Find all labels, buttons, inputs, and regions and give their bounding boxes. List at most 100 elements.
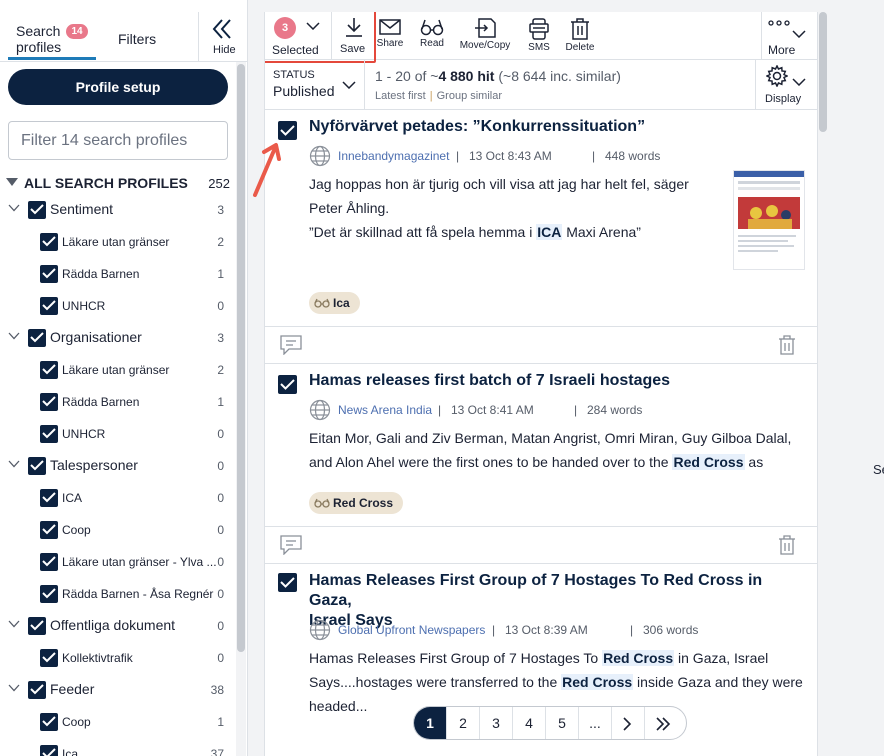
tab-filters[interactable]: Filters [118,31,156,47]
sort-group-similar[interactable]: Group similar [437,90,502,102]
chevron-down-icon[interactable] [8,684,20,692]
move-copy-button[interactable]: Move/Copy [457,12,513,60]
read-button[interactable]: Read [415,12,449,60]
profile-checkbox[interactable] [40,553,58,571]
page-1-button[interactable]: 1 [414,707,447,739]
profile-group[interactable]: Talespersoner 0 [0,454,232,478]
profile-checkbox[interactable] [28,617,46,635]
chevron-right-icon [623,717,632,731]
chevron-down-icon[interactable] [8,460,20,468]
profile-checkbox[interactable] [28,681,46,699]
profile-name: Läkare utan gränser [62,363,170,377]
download-icon [344,16,364,38]
next-page-button[interactable] [612,707,645,739]
caret-down-icon [6,178,18,187]
article-checkbox[interactable] [278,573,297,592]
profile-group[interactable]: Feeder 38 [0,678,232,702]
profile-checkbox[interactable] [40,649,58,667]
delete-button[interactable]: Delete [563,12,597,60]
hit-count: 1 - 20 of ~4 880 hit (~8 644 inc. simila… [375,68,621,84]
article-source[interactable]: Global Upfront Newspapers [338,623,485,637]
profile-checkbox[interactable] [40,361,58,379]
main-scrollbar[interactable] [818,12,828,756]
profile-item[interactable]: Rädda Barnen 1 [0,262,232,286]
profile-item[interactable]: Läkare utan gränser 2 [0,358,232,382]
article-word-count: 448 words [605,149,661,163]
tag-chip[interactable]: Red Cross [309,492,404,514]
last-page-button[interactable] [645,707,686,739]
profile-checkbox[interactable] [28,329,46,347]
profile-item[interactable]: Rädda Barnen 1 [0,390,232,414]
more-label: More [768,43,796,57]
tab-search-profiles[interactable]: Search 14 profiles [8,22,96,60]
status-dropdown[interactable]: STATUS Published [265,60,365,110]
profile-checkbox[interactable] [28,201,46,219]
left-scrollbar[interactable] [236,62,246,756]
chevron-down-icon[interactable] [8,204,20,212]
page-3-button[interactable]: 3 [480,707,513,739]
selected-dropdown[interactable]: 3 Selected [265,12,331,60]
profile-name: Sentiment [50,201,114,217]
article-checkbox[interactable] [278,121,297,140]
left-scrollbar-thumb[interactable] [237,64,245,652]
profile-group[interactable]: Sentiment 3 [0,198,232,222]
profile-item[interactable]: Coop 1 [0,710,232,734]
profile-item[interactable]: Rädda Barnen - Åsa Regnér 0 [0,582,232,606]
share-button[interactable]: Share [375,12,405,60]
profile-checkbox[interactable] [40,265,58,283]
profile-count: 1 [217,267,224,281]
profile-checkbox[interactable] [40,425,58,443]
profile-checkbox[interactable] [40,233,58,251]
profile-checkbox[interactable] [40,713,58,731]
profile-group[interactable]: Offentliga dokument 0 [0,614,232,638]
profile-setup-button[interactable]: Profile setup [8,69,228,105]
profile-count: 3 [217,331,224,345]
profile-count: 37 [210,747,224,756]
filter-profiles-input[interactable] [8,121,228,160]
article-title[interactable]: Hamas releases first batch of 7 Israeli … [309,371,789,391]
trash-icon[interactable] [778,535,796,555]
tag-chip[interactable]: Ica [309,292,360,314]
page-5-button[interactable]: 5 [546,707,579,739]
page-4-button[interactable]: 4 [513,707,546,739]
save-button[interactable]: Save [331,12,375,60]
article-title[interactable]: Nyförvärvet petades: ”Konkurrenssituatio… [309,117,789,137]
chevron-down-icon[interactable] [8,620,20,628]
profile-item[interactable]: Läkare utan gränser 2 [0,230,232,254]
profile-item[interactable]: UNHCR 0 [0,422,232,446]
comment-icon[interactable] [280,335,302,355]
hide-panel-button[interactable]: Hide [198,12,246,62]
profile-checkbox[interactable] [40,393,58,411]
article-source[interactable]: News Arena India [338,403,432,417]
sort-latest-first[interactable]: Latest first [375,90,426,102]
display-button[interactable]: Display [755,60,817,110]
comment-icon[interactable] [280,535,302,555]
all-search-profiles-header[interactable]: ALL SEARCH PROFILES 252 [6,174,230,192]
profile-checkbox[interactable] [40,585,58,603]
article-checkbox[interactable] [278,375,297,394]
chevron-down-icon[interactable] [8,332,20,340]
more-button[interactable]: More [761,12,817,60]
article-thumbnail[interactable] [733,170,805,270]
left-panel: Search 14 profiles Filters Hide Profile … [0,0,248,756]
chevron-down-icon [342,81,356,89]
profile-group[interactable]: Organisationer 3 [0,326,232,350]
profile-item[interactable]: UNHCR 0 [0,294,232,318]
profile-checkbox[interactable] [40,489,58,507]
sms-button[interactable]: SMS [525,12,553,60]
profile-item[interactable]: Ica 37 [0,742,232,756]
article-source[interactable]: Innebandymagazinet [338,149,449,163]
profile-checkbox[interactable] [40,521,58,539]
meta-separator: | [492,623,496,637]
profile-item[interactable]: Kollektivtrafik 0 [0,646,232,670]
profile-item[interactable]: Läkare utan gränser - Ylva ... 0 [0,550,232,574]
profile-checkbox[interactable] [28,457,46,475]
trash-icon[interactable] [778,335,796,355]
profile-checkbox[interactable] [40,745,58,756]
main-scrollbar-thumb[interactable] [819,12,827,132]
profile-item[interactable]: ICA 0 [0,486,232,510]
page-2-button[interactable]: 2 [447,707,480,739]
page-ellipsis[interactable]: ... [579,707,612,739]
profile-checkbox[interactable] [40,297,58,315]
profile-item[interactable]: Coop 0 [0,518,232,542]
